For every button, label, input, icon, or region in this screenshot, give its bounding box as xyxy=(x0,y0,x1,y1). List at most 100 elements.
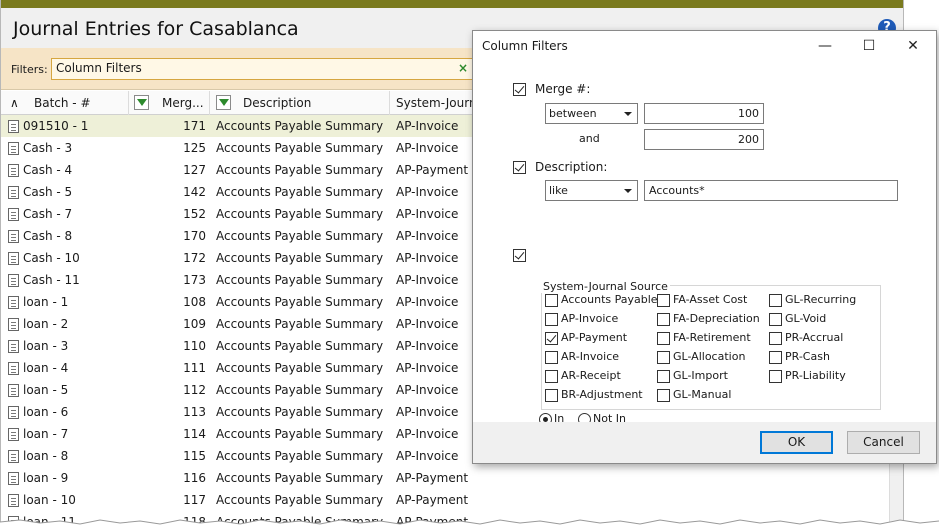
maximize-icon[interactable]: ☐ xyxy=(847,31,891,62)
source-option-label: BR-Adjustment xyxy=(561,388,643,401)
merge-cell: 142 xyxy=(183,185,206,199)
document-icon xyxy=(8,186,19,199)
source-option-label: FA-Depreciation xyxy=(673,312,760,325)
document-icon xyxy=(8,340,19,353)
document-icon xyxy=(8,384,19,397)
checkbox[interactable] xyxy=(769,313,782,326)
document-icon xyxy=(8,406,19,419)
source-cell: AP-Invoice xyxy=(396,251,459,265)
checkbox[interactable] xyxy=(657,332,670,345)
document-icon xyxy=(8,120,19,133)
column-header-merge[interactable]: Merg... xyxy=(129,91,210,115)
merge-to-input[interactable]: 200 xyxy=(644,129,764,150)
checkbox[interactable] xyxy=(657,370,670,383)
checkbox[interactable] xyxy=(769,351,782,364)
clear-filter-icon[interactable]: × xyxy=(458,61,468,75)
cancel-button[interactable]: Cancel xyxy=(847,431,920,454)
batch-cell: loan - 9 xyxy=(23,471,69,485)
source-option-label: PR-Cash xyxy=(785,350,830,363)
source-option-label: AP-Payment xyxy=(561,331,628,344)
description-cell: Accounts Payable Summary xyxy=(216,251,384,265)
source-option-label: AP-Invoice xyxy=(561,312,619,325)
description-cell: Accounts Payable Summary xyxy=(216,449,384,463)
merge-cell: 173 xyxy=(183,273,206,287)
minimize-icon[interactable]: — xyxy=(803,31,847,62)
merge-operator-select[interactable]: between xyxy=(545,103,638,124)
batch-cell: Cash - 3 xyxy=(23,141,73,155)
source-cell: AP-Invoice xyxy=(396,207,459,221)
description-filter-checkbox[interactable] xyxy=(513,161,526,174)
source-cell: AP-Payment xyxy=(396,163,469,177)
filter-input[interactable]: Column Filters × xyxy=(51,58,475,80)
checkbox[interactable] xyxy=(545,370,558,383)
ok-button[interactable]: OK xyxy=(760,431,833,454)
document-icon xyxy=(8,208,19,221)
document-icon xyxy=(8,428,19,441)
source-option-label: GL-Recurring xyxy=(785,293,857,306)
batch-cell: loan - 2 xyxy=(23,317,69,331)
batch-cell: Cash - 8 xyxy=(23,229,73,243)
table-row[interactable]: loan - 9 116 Accounts Payable Summary AP-Pa… xyxy=(1,467,889,489)
merge-from-input[interactable]: 100 xyxy=(644,103,764,124)
chevron-down-icon xyxy=(624,189,632,193)
merge-cell: 109 xyxy=(183,317,206,331)
merge-cell: 127 xyxy=(183,163,206,177)
column-header-description[interactable]: Description xyxy=(210,91,390,115)
checkbox[interactable] xyxy=(657,313,670,326)
document-icon xyxy=(8,472,19,485)
merge-label: Merge #: xyxy=(535,82,591,96)
source-option-label: FA-Retirement xyxy=(673,331,751,344)
page-title: Journal Entries for Casablanca xyxy=(13,18,299,40)
description-cell: Accounts Payable Summary xyxy=(216,119,384,133)
filter-funnel-icon[interactable] xyxy=(134,95,149,110)
checkbox[interactable] xyxy=(545,332,558,345)
dialog-title-bar: Column Filters — ☐ ✕ xyxy=(473,31,936,62)
checkbox[interactable] xyxy=(657,351,670,364)
source-option-label: FA-Asset Cost xyxy=(673,293,748,306)
checkbox[interactable] xyxy=(769,370,782,383)
batch-cell: Cash - 7 xyxy=(23,207,73,221)
merge-cell: 172 xyxy=(183,251,206,265)
merge-cell: 113 xyxy=(183,405,206,419)
filter-funnel-icon[interactable] xyxy=(216,95,231,110)
merge-operator-value: between xyxy=(549,107,597,120)
source-cell: AP-Invoice xyxy=(396,119,459,133)
table-row[interactable]: loan - 10 117 Accounts Payable Summary AP-P… xyxy=(1,489,889,511)
checkbox[interactable] xyxy=(769,294,782,307)
description-operator-select[interactable]: like xyxy=(545,180,638,201)
batch-cell: loan - 7 xyxy=(23,427,69,441)
checkbox[interactable] xyxy=(545,294,558,307)
document-icon xyxy=(8,494,19,507)
source-option-label: PR-Liability xyxy=(785,369,846,382)
source-option-label: AR-Receipt xyxy=(561,369,621,382)
merge-cell: 117 xyxy=(183,493,206,507)
description-cell: Accounts Payable Summary xyxy=(216,207,384,221)
description-cell: Accounts Payable Summary xyxy=(216,383,384,397)
batch-cell: loan - 3 xyxy=(23,339,69,353)
description-cell: Accounts Payable Summary xyxy=(216,163,384,177)
source-group-title: System-Journal Source xyxy=(541,280,670,293)
checkbox[interactable] xyxy=(545,351,558,364)
checkbox[interactable] xyxy=(657,389,670,402)
checkbox[interactable] xyxy=(545,389,558,402)
merge-filter-checkbox[interactable] xyxy=(513,83,526,96)
source-cell: AP-Invoice xyxy=(396,361,459,375)
source-cell: AP-Invoice xyxy=(396,273,459,287)
close-icon[interactable]: ✕ xyxy=(891,31,935,62)
batch-cell: loan - 4 xyxy=(23,361,69,375)
batch-cell: Cash - 11 xyxy=(23,273,80,287)
batch-cell: loan - 6 xyxy=(23,405,69,419)
description-value-input[interactable]: Accounts* xyxy=(644,180,898,201)
merge-cell: 110 xyxy=(183,339,206,353)
checkbox[interactable] xyxy=(657,294,670,307)
checkbox[interactable] xyxy=(545,313,558,326)
description-cell: Accounts Payable Summary xyxy=(216,361,384,375)
description-cell: Accounts Payable Summary xyxy=(216,141,384,155)
source-filter-checkbox[interactable] xyxy=(513,249,526,262)
source-option-label: PR-Accrual xyxy=(785,331,844,344)
checkbox[interactable] xyxy=(769,332,782,345)
merge-cell: 171 xyxy=(183,119,206,133)
column-header-batch[interactable]: ∧ Batch - # xyxy=(1,91,129,115)
column-header-description-label: Description xyxy=(243,96,312,110)
merge-cell: 152 xyxy=(183,207,206,221)
